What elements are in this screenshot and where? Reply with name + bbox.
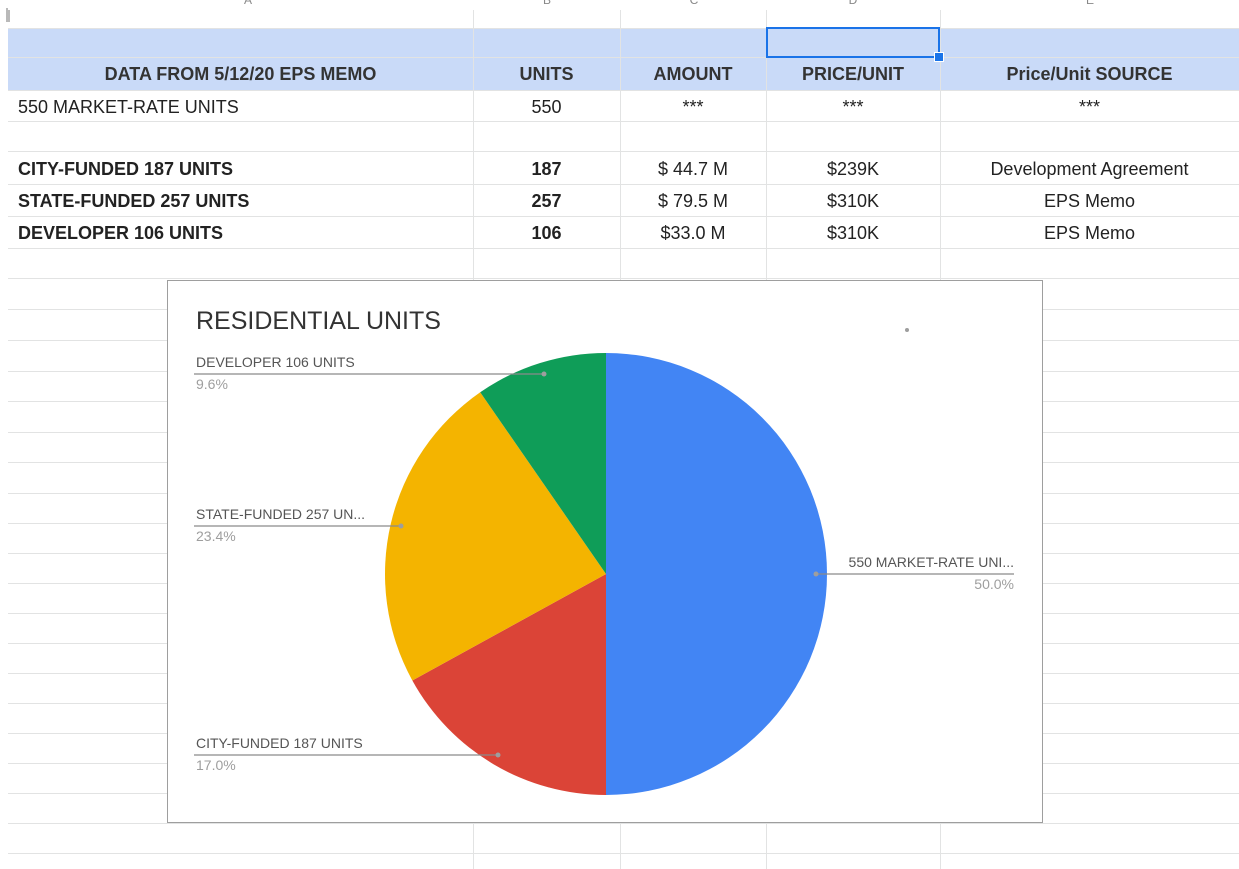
slice-pct-state: 23.4% [196, 528, 236, 544]
row-amount-state[interactable]: $ 79.5 M [620, 186, 766, 216]
leader-dot-state [398, 523, 404, 529]
column-header-d[interactable]: D [849, 0, 858, 7]
header-cell-label[interactable]: DATA FROM 5/12/20 EPS MEMO [8, 59, 473, 89]
leader-dot-market [813, 571, 819, 577]
row-source-developer[interactable]: EPS Memo [940, 218, 1239, 248]
header-cell-price[interactable]: PRICE/UNIT [766, 59, 940, 89]
leader-dot-city [495, 752, 501, 758]
header-cell-amount[interactable]: AMOUNT [620, 59, 766, 89]
row-units-market[interactable]: 550 [473, 92, 620, 122]
pie-slice-market[interactable] [606, 353, 827, 795]
row-price-market[interactable]: *** [766, 92, 940, 122]
row-amount-developer[interactable]: $33.0 M [620, 218, 766, 248]
row-price-state[interactable]: $310K [766, 186, 940, 216]
row-units-city[interactable]: 187 [473, 154, 620, 184]
row-label-city[interactable]: CITY-FUNDED 187 UNITS [18, 154, 468, 184]
leader-dot-developer [541, 371, 547, 377]
header-cell-units[interactable]: UNITS [473, 59, 620, 89]
column-header-b[interactable]: B [543, 0, 551, 7]
slice-label-developer: DEVELOPER 106 UNITS [196, 354, 355, 370]
chart-title: RESIDENTIAL UNITS [196, 307, 441, 335]
column-header-c[interactable]: C [690, 0, 699, 7]
row-label-market[interactable]: 550 MARKET-RATE UNITS [18, 92, 468, 122]
slice-label-market: 550 MARKET-RATE UNI... [848, 554, 1014, 570]
column-header-a[interactable]: A [244, 0, 252, 7]
row-label-developer[interactable]: DEVELOPER 106 UNITS [18, 218, 468, 248]
column-header-bar: A B C D E [8, 0, 1239, 10]
row-amount-market[interactable]: *** [620, 92, 766, 122]
row-units-developer[interactable]: 106 [473, 218, 620, 248]
column-header-e[interactable]: E [1086, 0, 1094, 7]
slice-pct-developer: 9.6% [196, 376, 228, 392]
slice-pct-city: 17.0% [196, 757, 236, 773]
row-source-state[interactable]: EPS Memo [940, 186, 1239, 216]
chart-resize-dot[interactable] [905, 328, 909, 332]
row-price-developer[interactable]: $310K [766, 218, 940, 248]
slice-label-city: CITY-FUNDED 187 UNITS [196, 735, 363, 751]
row-source-city[interactable]: Development Agreement [940, 154, 1239, 184]
header-cell-source[interactable]: Price/Unit SOURCE [940, 59, 1239, 89]
row-label-state[interactable]: STATE-FUNDED 257 UNITS [18, 186, 468, 216]
slice-pct-market: 50.0% [974, 576, 1014, 592]
row-price-city[interactable]: $239K [766, 154, 940, 184]
slice-label-state: STATE-FUNDED 257 UN... [196, 506, 366, 522]
row-units-state[interactable]: 257 [473, 186, 620, 216]
pie-chart-residential-units[interactable]: RESIDENTIAL UNITS DEVELOPER 106 UNITS 9.… [167, 280, 1043, 823]
selected-cell-d2[interactable] [766, 27, 940, 58]
row-source-market[interactable]: *** [940, 92, 1239, 122]
row-amount-city[interactable]: $ 44.7 M [620, 154, 766, 184]
